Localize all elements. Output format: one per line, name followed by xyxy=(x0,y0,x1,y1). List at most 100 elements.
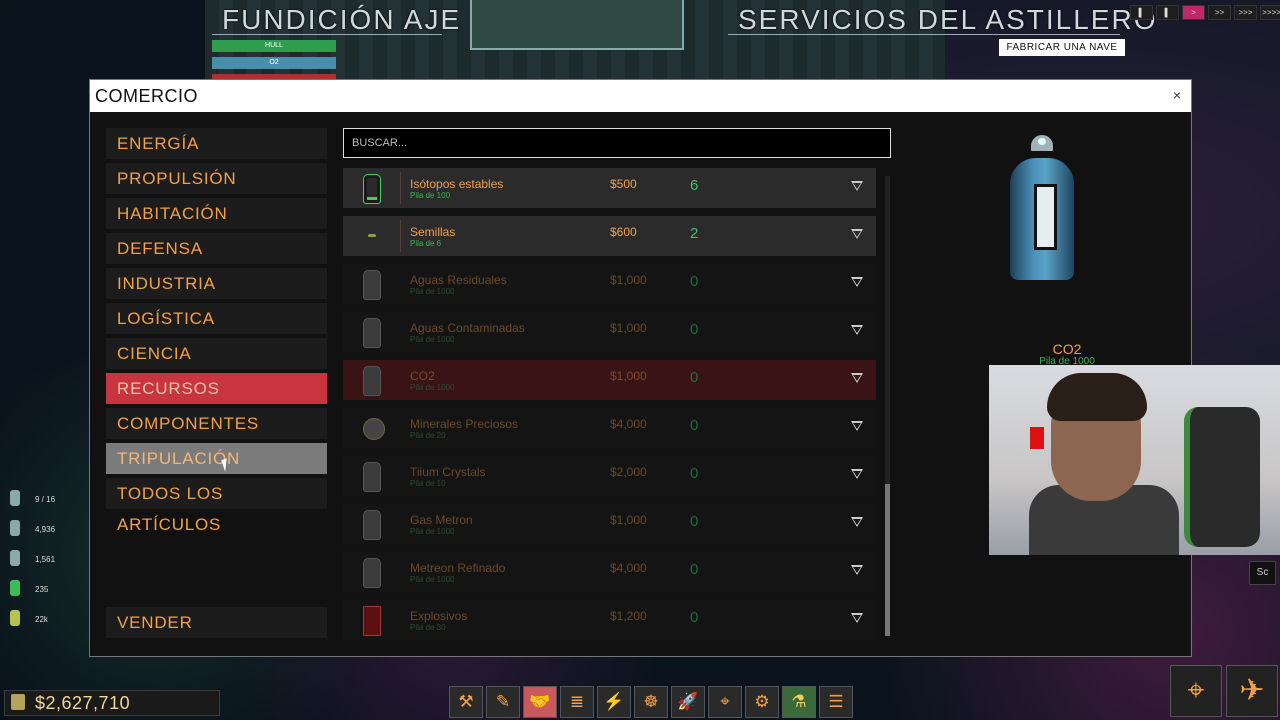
preview-item-name: CO2 xyxy=(1052,341,1082,357)
list-item[interactable]: Minerales Preciosos Pila de 20 $4,000 0 xyxy=(343,408,876,448)
menu-icon[interactable]: ☰ xyxy=(819,686,853,718)
list-item[interactable]: Aguas Contaminadas Pila de 1000 $1,000 0 xyxy=(343,312,876,352)
ships-icon[interactable]: 🚀 xyxy=(671,686,705,718)
pause-button[interactable]: ▌ xyxy=(1130,5,1153,20)
crystal-icon xyxy=(363,462,381,492)
search-input[interactable] xyxy=(343,128,891,158)
item-quantity: 0 xyxy=(690,609,699,626)
navigation-icon[interactable]: ✈ xyxy=(1226,665,1278,717)
co2-canister-icon xyxy=(363,366,381,396)
item-quantity: 2 xyxy=(690,225,699,242)
category-recursos[interactable]: RECURSOS xyxy=(106,373,327,404)
category-logistica[interactable]: LOGÍSTICA xyxy=(106,303,327,334)
chevron-down-icon[interactable] xyxy=(851,565,863,575)
co2-canister-preview-icon xyxy=(1004,132,1080,287)
build-tools-icon[interactable]: ⚒ xyxy=(449,686,483,718)
streamer-hair xyxy=(1047,373,1147,421)
chevron-down-icon[interactable] xyxy=(851,229,863,239)
category-todos[interactable]: TODOS LOS ARTÍCULOS xyxy=(106,478,327,534)
o2-bar: O2 xyxy=(212,57,336,69)
hull-bar: HULL xyxy=(212,40,336,52)
list-item[interactable]: Isótopos estables Pila de 100 $500 6 xyxy=(343,168,876,208)
reports-icon[interactable]: ≣ xyxy=(560,686,594,718)
game-speed-controls: ▌ ▌ > >> >>> >>>> xyxy=(1130,5,1280,20)
item-stack: Pila de 1000 xyxy=(410,335,455,344)
power-icon[interactable]: ⚡ xyxy=(597,686,631,718)
item-name: Tiium Crystals xyxy=(410,465,486,479)
explosives-icon xyxy=(363,606,381,636)
settings-icon[interactable]: ⚙ xyxy=(745,686,779,718)
chevron-down-icon[interactable] xyxy=(851,469,863,479)
build-ship-button[interactable]: FABRICAR UNA NAVE xyxy=(999,39,1125,56)
speed-2-button[interactable]: >> xyxy=(1208,5,1231,20)
stat-fuel: 22k xyxy=(8,606,78,636)
item-stack: Pila de 1000 xyxy=(410,383,455,392)
station-title-left: FUNDICIÓN AJE xyxy=(222,4,462,35)
category-defensa[interactable]: DEFENSA xyxy=(106,233,327,264)
divider xyxy=(400,172,401,204)
chevron-down-icon[interactable] xyxy=(851,325,863,335)
item-stack: Pila de 1000 xyxy=(410,575,455,584)
chevron-down-icon[interactable] xyxy=(851,277,863,287)
item-quantity: 0 xyxy=(690,465,699,482)
list-item[interactable]: Metreon Refinado Pila de 1000 $4,000 0 xyxy=(343,552,876,592)
item-stack: Pila de 20 xyxy=(410,431,446,440)
oxygen-icon xyxy=(10,550,20,566)
list-item[interactable]: Semillas Pila de 6 $600 2 xyxy=(343,216,876,256)
scrollbar-thumb[interactable] xyxy=(885,484,890,636)
trade-icon[interactable]: 🤝 xyxy=(523,686,557,718)
crosshair-icon[interactable]: ⌖ xyxy=(1170,665,1222,717)
divider xyxy=(400,220,401,252)
gas-canister-icon xyxy=(363,510,381,540)
item-quantity: 0 xyxy=(690,273,699,290)
item-stack: Pila de 30 xyxy=(410,623,446,632)
speed-4-button[interactable]: >>>> xyxy=(1260,5,1280,20)
item-name: Isótopos estables xyxy=(410,177,504,191)
item-quantity: 0 xyxy=(690,417,699,434)
stat-food: 235 xyxy=(8,576,78,606)
list-item[interactable]: Explosivos Pila de 30 $1,200 0 xyxy=(343,600,876,640)
close-icon[interactable]: × xyxy=(1173,87,1181,103)
station-title-right: SERVICIOS DEL ASTILLERO xyxy=(738,4,1158,35)
category-ciencia[interactable]: CIENCIA xyxy=(106,338,327,369)
sc-button[interactable]: Sc xyxy=(1249,561,1276,585)
microphone xyxy=(1030,427,1044,449)
chevron-down-icon[interactable] xyxy=(851,181,863,191)
step-button[interactable]: ▌ xyxy=(1156,5,1179,20)
category-industria[interactable]: INDUSTRIA xyxy=(106,268,327,299)
item-quantity: 0 xyxy=(690,321,699,338)
crew-icon[interactable]: ☸ xyxy=(634,686,668,718)
chevron-down-icon[interactable] xyxy=(851,517,863,527)
category-tripulacion[interactable]: TRIPULACIÓN xyxy=(106,443,327,474)
water-icon xyxy=(10,520,20,536)
speed-1-button[interactable]: > xyxy=(1182,5,1205,20)
item-price: $1,000 xyxy=(610,369,647,383)
item-quantity: 0 xyxy=(690,513,699,530)
category-propulsion[interactable]: PROPULSIÓN xyxy=(106,163,327,194)
chevron-down-icon[interactable] xyxy=(851,421,863,431)
edit-icon[interactable]: ✎ xyxy=(486,686,520,718)
list-item-selected[interactable]: CO2 Pila de 1000 $1,000 0 xyxy=(343,360,876,400)
chevron-down-icon[interactable] xyxy=(851,613,863,623)
isotope-icon xyxy=(363,174,381,204)
list-item[interactable]: Tiium Crystals Pila de 10 $2,000 0 xyxy=(343,456,876,496)
stat-value: 22k xyxy=(35,615,48,624)
waste-water-icon xyxy=(363,270,381,300)
speed-3-button[interactable]: >>> xyxy=(1234,5,1257,20)
category-habitacion[interactable]: HABITACIÓN xyxy=(106,198,327,229)
category-list: ENERGÍA PROPULSIÓN HABITACIÓN DEFENSA IN… xyxy=(106,128,327,534)
chevron-down-icon[interactable] xyxy=(851,373,863,383)
stat-oxygen: 1,561 xyxy=(8,546,78,576)
category-componentes[interactable]: COMPONENTES xyxy=(106,408,327,439)
sell-button[interactable]: VENDER xyxy=(106,607,327,638)
item-name: Minerales Preciosos xyxy=(410,417,519,431)
list-item[interactable]: Gas Metron Pila de 1000 $1,000 0 xyxy=(343,504,876,544)
canister-body xyxy=(1006,154,1078,284)
list-item[interactable]: Aguas Residuales Pila de 1000 $1,000 0 xyxy=(343,264,876,304)
research-icon[interactable]: ⚗ xyxy=(782,686,816,718)
item-name: Gas Metron xyxy=(410,513,473,527)
targeting-icon[interactable]: ⌖ xyxy=(708,686,742,718)
category-energia[interactable]: ENERGÍA xyxy=(106,128,327,159)
canister-cap xyxy=(1028,132,1056,154)
ore-icon xyxy=(363,418,385,440)
